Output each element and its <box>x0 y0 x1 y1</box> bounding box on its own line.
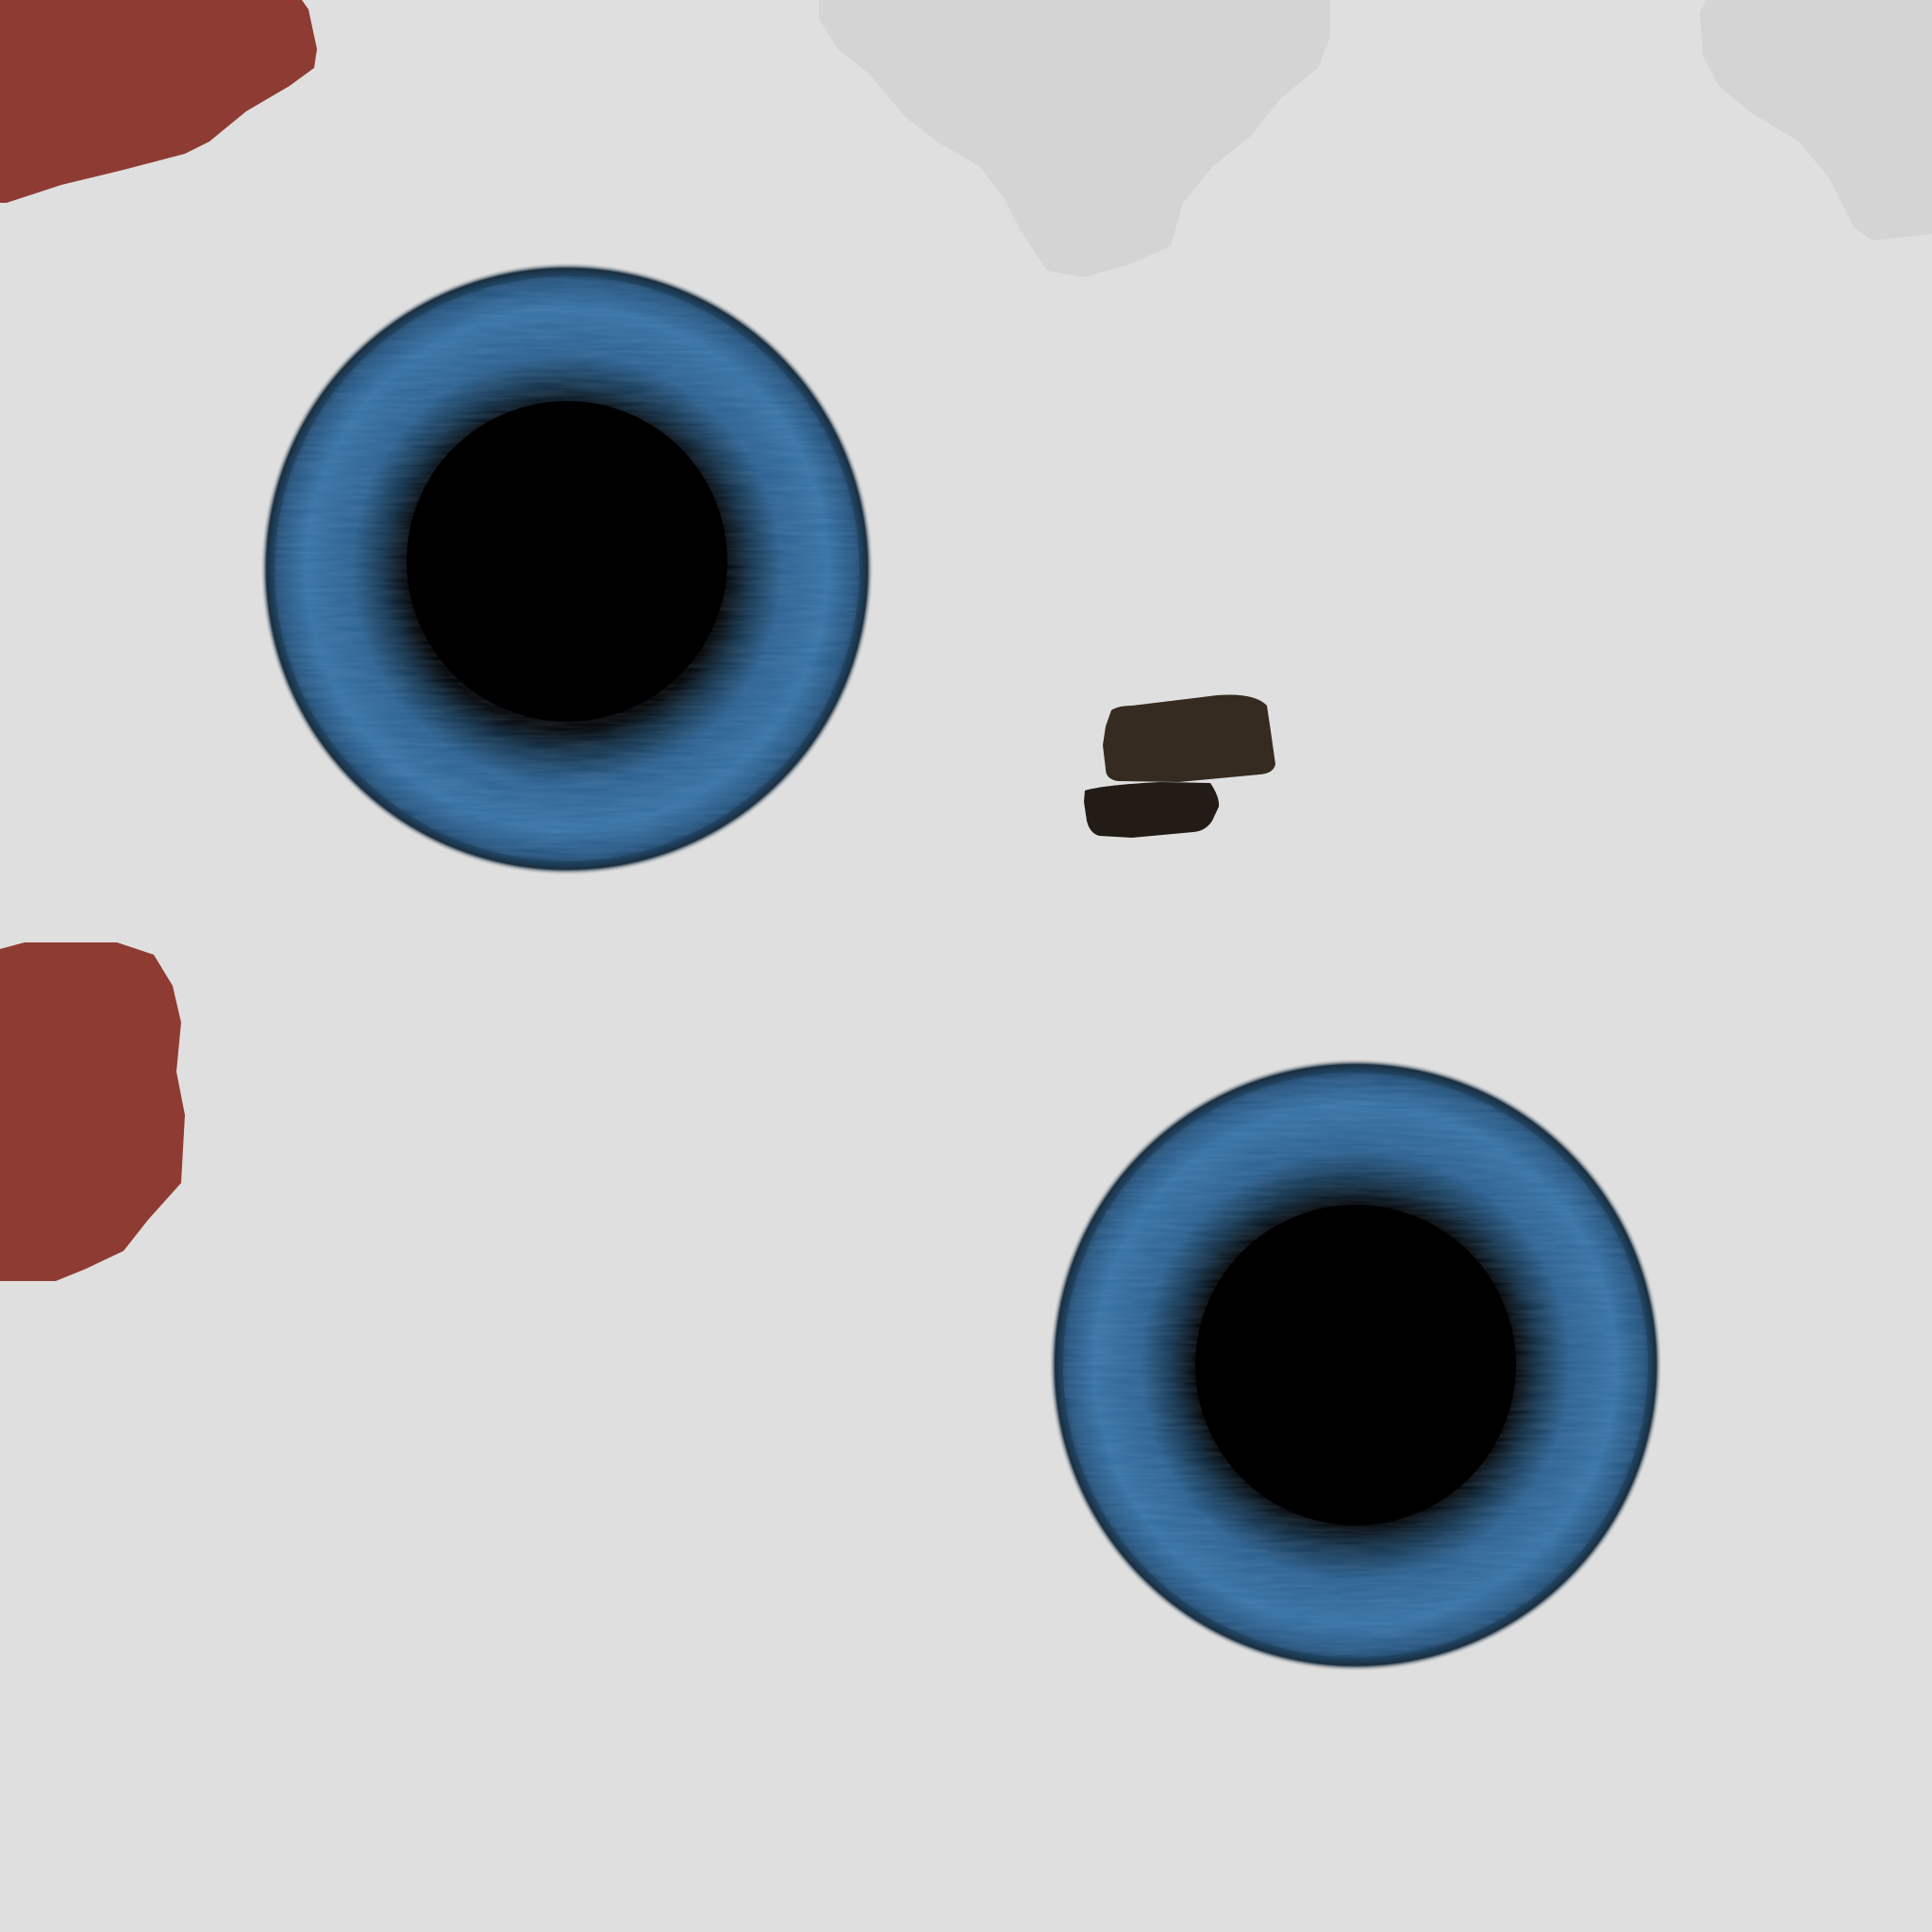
blob-bottom <box>1084 782 1220 838</box>
pupil <box>407 401 727 722</box>
blob-top <box>1103 694 1275 782</box>
background <box>0 0 1932 1932</box>
illustration-canvas <box>0 0 1932 1932</box>
eye-right <box>1049 1058 1662 1672</box>
pupil <box>1195 1205 1516 1525</box>
eye-left <box>260 262 874 875</box>
